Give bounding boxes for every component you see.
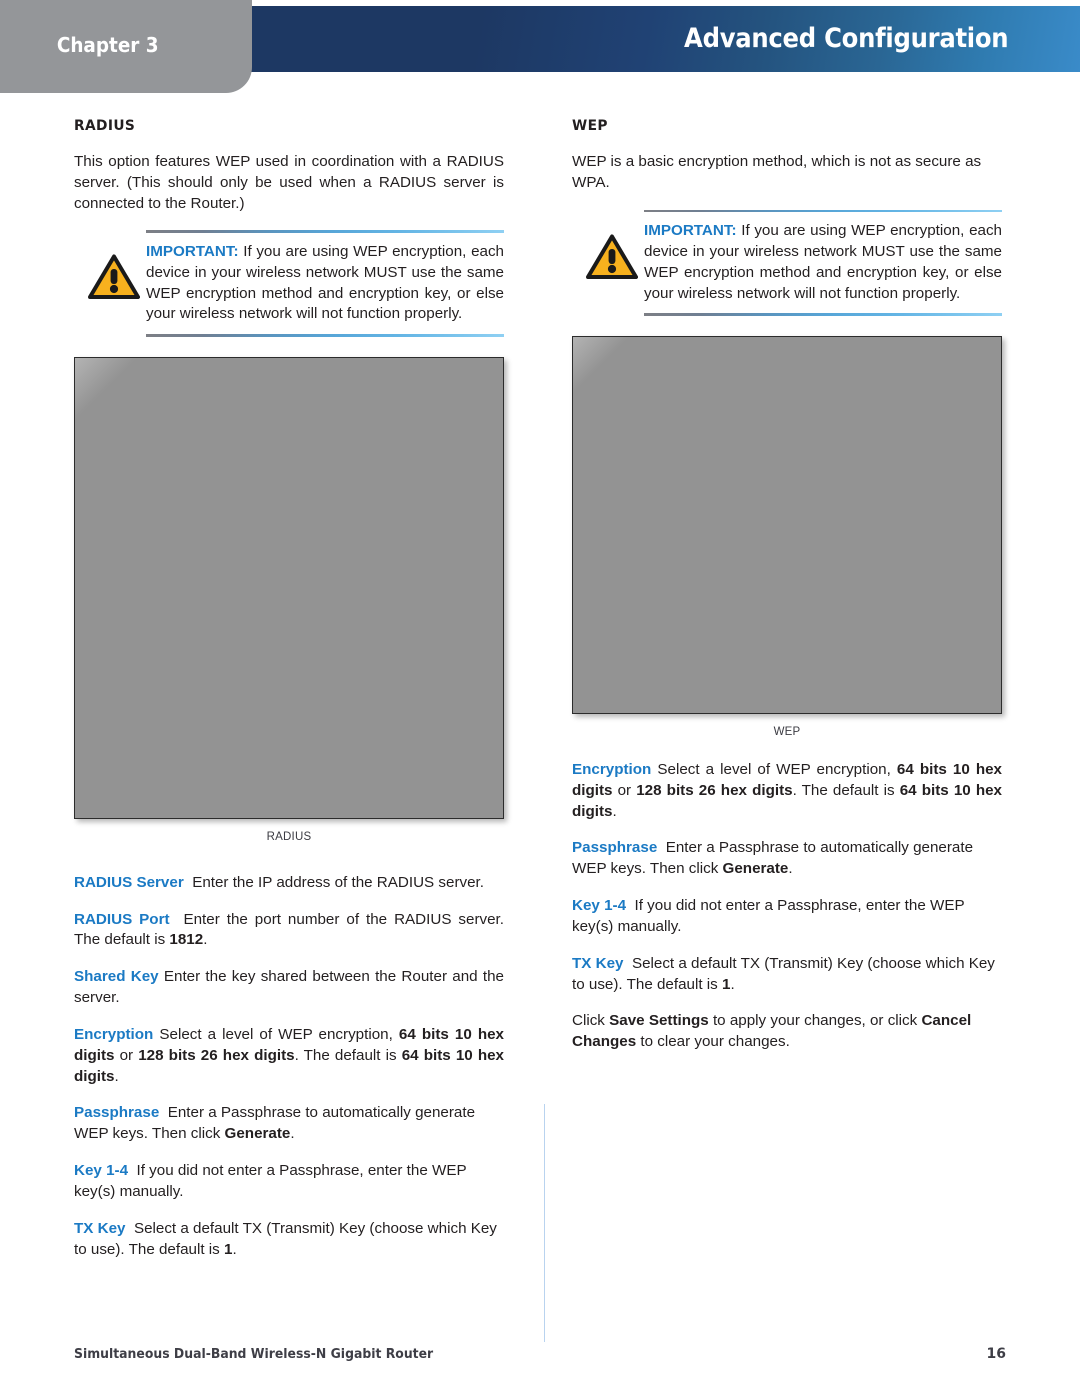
- figure-image-wep: [572, 335, 1002, 714]
- chapter-tab: Chapter 3: [0, 0, 252, 93]
- entry-term: Key 1-4: [572, 897, 627, 915]
- entry-passphrase-wep: Passphrase Enter a Passphrase to automat…: [572, 839, 974, 878]
- entry-strong: 1812: [169, 931, 204, 949]
- callout-body-radius: IMPORTANT: If you are using WEP encrypti…: [146, 242, 504, 325]
- entry-tx-key-wep: TX Key Select a default TX (Transmit) Ke…: [572, 954, 995, 993]
- entry-key-1-4: Key 1-4 If you did not enter a Passphras…: [74, 1161, 504, 1203]
- wep-intro-paragraph: WEP is a basic encryption method, which …: [572, 153, 982, 191]
- column-divider: [544, 1104, 545, 1342]
- warning-triangle-icon: [88, 254, 140, 300]
- entry-term: RADIUS Port: [74, 910, 170, 928]
- callout-label: IMPORTANT:: [644, 222, 737, 240]
- callout-label: IMPORTANT:: [146, 242, 239, 260]
- radius-intro-paragraph: This option features WEP used in coordin…: [74, 153, 504, 212]
- entry-term: Passphrase: [74, 1104, 160, 1122]
- section-heading-radius: RADIUS: [74, 118, 136, 134]
- header-banner: Advanced Configuration: [246, 6, 1080, 72]
- entry-encryption-wep: Encryption Select a level of WEP encrypt…: [572, 760, 1002, 820]
- entry-strong: Generate: [722, 860, 789, 878]
- entry-text: If you did not enter a Passphrase, enter…: [74, 1162, 467, 1200]
- entry-encryption: Encryption Select a level of WEP encrypt…: [74, 1025, 504, 1085]
- page-title: Advanced Configuration: [683, 23, 1009, 54]
- figure-caption-radius: RADIUS: [266, 830, 312, 843]
- entry-strong: 1: [224, 1240, 233, 1258]
- entry-shared-key: Shared Key Enter the key shared between …: [74, 967, 504, 1009]
- entry-term: Encryption: [74, 1025, 154, 1043]
- entry-term: Key 1-4: [74, 1162, 129, 1180]
- page-header: Advanced Configuration Chapter 3: [0, 0, 1080, 93]
- entry-text: If you did not enter a Passphrase, enter…: [572, 897, 965, 935]
- entry-passphrase: Passphrase Enter a Passphrase to automat…: [74, 1104, 476, 1143]
- callout-rule-bottom: [644, 313, 1002, 316]
- footer-page-number: 16: [986, 1346, 1006, 1362]
- entry-strong: 1: [722, 975, 731, 993]
- entry-term: Encryption: [572, 760, 652, 778]
- callout-body-wep: IMPORTANT: If you are using WEP encrypti…: [644, 221, 1002, 304]
- section-heading-wep: WEP: [572, 118, 608, 134]
- callout-rule-bottom: [146, 334, 504, 337]
- entry-tx-key: TX Key Select a default TX (Transmit) Ke…: [74, 1219, 497, 1258]
- footer-product-name: Simultaneous Dual-Band Wireless-N Gigabi…: [74, 1346, 434, 1362]
- left-column: RADIUS This option features WEP used in …: [74, 118, 504, 1260]
- entry-radius-port: RADIUS Port Enter the port number of the…: [74, 910, 504, 949]
- save-settings-label: Save Settings: [609, 1012, 709, 1030]
- entry-term: TX Key: [74, 1219, 126, 1237]
- entry-strong: 128 bits 26 hex digits: [138, 1046, 295, 1064]
- entry-key-1-4-wep: Key 1-4 If you did not enter a Passphras…: [572, 896, 1002, 938]
- important-callout-wep: IMPORTANT: If you are using WEP encrypti…: [572, 209, 1002, 316]
- entry-term: Passphrase: [572, 839, 658, 857]
- page-footer: Simultaneous Dual-Band Wireless-N Gigabi…: [74, 1346, 1006, 1362]
- warning-triangle-icon: [586, 234, 638, 279]
- figure-radius: RADIUS: [74, 356, 504, 843]
- entry-strong: Generate: [224, 1125, 291, 1143]
- entry-radius-server: RADIUS Server Enter the IP address of th…: [74, 873, 504, 894]
- figure-wep: WEP: [572, 335, 1002, 738]
- chapter-label: Chapter 3: [56, 33, 159, 57]
- entry-term: TX Key: [572, 954, 624, 972]
- figure-caption-wep: WEP: [773, 725, 801, 738]
- entry-strong: 128 bits 26 hex digits: [636, 781, 793, 799]
- figure-image-radius: [74, 356, 504, 819]
- entry-term: RADIUS Server: [74, 873, 184, 891]
- important-callout-radius: IMPORTANT: If you are using WEP encrypti…: [74, 230, 504, 337]
- closing-paragraph: Click Save Settings to apply your change…: [572, 1012, 972, 1051]
- entry-text: Enter the IP address of the RADIUS serve…: [192, 873, 484, 891]
- entry-term: Shared Key: [74, 968, 159, 986]
- right-column: WEP WEP is a basic encryption method, wh…: [572, 118, 1002, 1053]
